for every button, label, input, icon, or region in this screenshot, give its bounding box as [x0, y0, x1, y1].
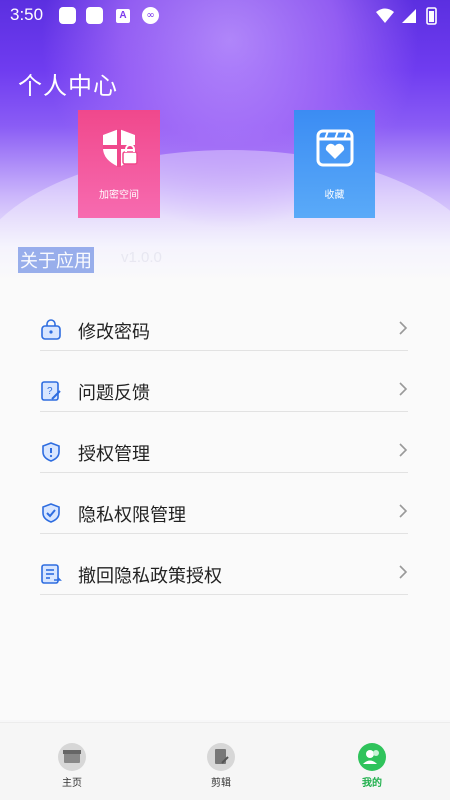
header-banner [0, 0, 450, 280]
people-icon [358, 743, 386, 771]
menu-item-feedback[interactable]: ? 问题反馈 [40, 351, 408, 412]
menu-label: 授权管理 [78, 444, 150, 465]
app-version: v1.0.0 [121, 249, 162, 266]
notification-icon [86, 7, 103, 24]
tab-label: 剪辑 [211, 778, 231, 789]
encrypted-space-card[interactable]: 加密空间 [78, 110, 160, 218]
svg-text:?: ? [47, 386, 53, 397]
notification-icon [59, 7, 76, 24]
document-icon [41, 564, 62, 584]
heart-film-icon [316, 129, 353, 167]
chevron-right-icon [399, 321, 408, 335]
about-app-link[interactable]: 关于应用 [18, 247, 94, 273]
status-bar: 3:50 A ∞ [0, 0, 450, 32]
page-title: 个人中心 [18, 72, 118, 100]
menu-label: 撤回隐私政策授权 [78, 566, 222, 587]
favorites-card[interactable]: 收藏 [294, 110, 375, 218]
status-time: 3:50 [10, 5, 44, 24]
tab-home[interactable]: 主页 [42, 743, 102, 789]
tab-label: 我的 [362, 778, 382, 789]
chevron-right-icon [399, 565, 408, 579]
shield-check-icon [42, 503, 60, 523]
store-icon [58, 743, 86, 771]
bottom-tab-bar: 主页 剪辑 我的 [0, 722, 450, 800]
chevron-right-icon [399, 443, 408, 457]
settings-list: 修改密码 ? 问题反馈 授权管理 隐私权限管理 撤回隐私政策授权 [0, 280, 450, 720]
menu-item-change-password[interactable]: 修改密码 [40, 290, 408, 351]
edit-doc-icon [207, 743, 235, 771]
notification-infinity-icon: ∞ [142, 7, 159, 24]
tab-label: 主页 [62, 778, 82, 789]
lock-icon [41, 319, 61, 340]
card-label: 加密空间 [99, 190, 139, 201]
shield-lock-icon [103, 129, 138, 167]
tab-edit[interactable]: 剪辑 [191, 743, 251, 789]
wifi-signal-battery-icon [376, 7, 437, 25]
menu-label: 问题反馈 [78, 383, 150, 404]
notification-a-icon: A [116, 9, 130, 23]
chevron-right-icon [399, 504, 408, 518]
tab-mine[interactable]: 我的 [342, 743, 402, 789]
menu-label: 隐私权限管理 [78, 505, 186, 526]
card-label: 收藏 [324, 190, 345, 201]
shield-icon [42, 442, 60, 462]
menu-item-privacy-permissions[interactable]: 隐私权限管理 [40, 473, 408, 534]
feedback-icon: ? [41, 381, 61, 401]
menu-item-revoke-privacy[interactable]: 撤回隐私政策授权 [40, 534, 408, 595]
menu-label: 修改密码 [78, 322, 150, 343]
chevron-right-icon [399, 382, 408, 396]
menu-item-authorization[interactable]: 授权管理 [40, 412, 408, 473]
